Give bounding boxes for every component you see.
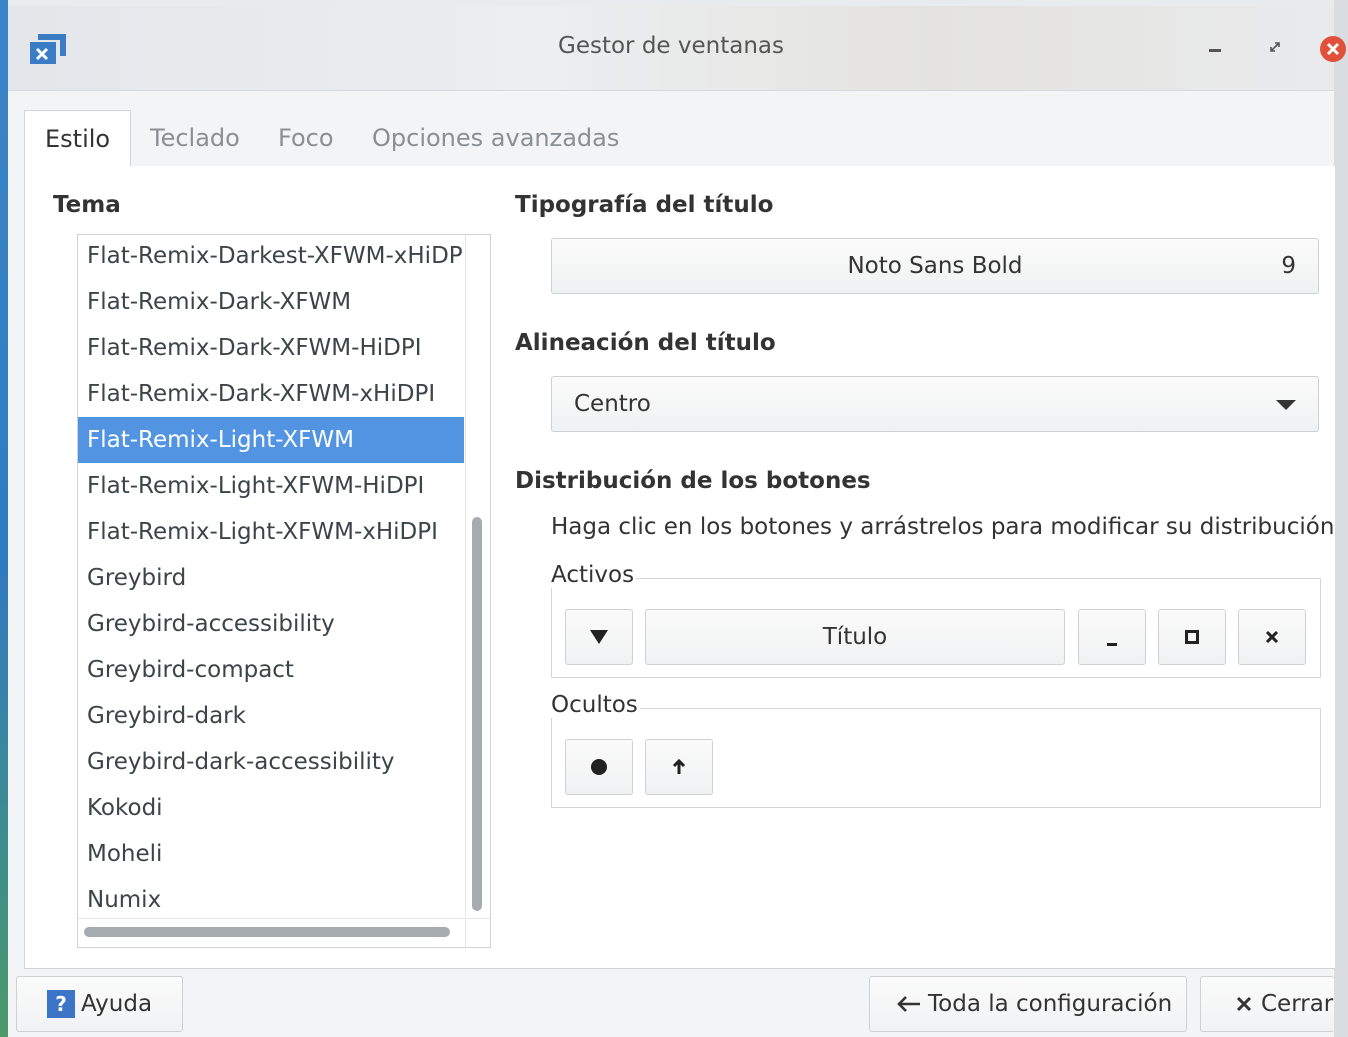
list-item[interactable]: Flat-Remix-Dark-XFWM-xHiDPI [78, 371, 464, 417]
chevron-down-icon [1276, 400, 1296, 410]
title-button-item[interactable]: Título [645, 609, 1065, 665]
title-alignment-combobox[interactable]: Centro [551, 376, 1319, 432]
window-manager-dialog: Gestor de ventanas Estilo Teclado Foco O… [8, 6, 1346, 1037]
close-icon [1326, 42, 1340, 56]
title-font-label: Tipografía del título [515, 192, 774, 218]
list-item[interactable]: Moheli [78, 831, 464, 877]
close-dialog-button[interactable]: Cerrar [1200, 976, 1334, 1032]
list-item[interactable]: Flat-Remix-Darkest-XFWM-xHiDPI [78, 235, 464, 279]
desktop-edge-left [0, 0, 8, 1037]
help-label: Ayuda [81, 991, 153, 1017]
close-button-item[interactable] [1238, 609, 1306, 665]
help-button[interactable]: ? Ayuda [16, 976, 183, 1032]
minimize-icon [1107, 642, 1117, 646]
minimize-icon [1209, 48, 1221, 52]
all-settings-button[interactable]: Toda la configuración [869, 976, 1187, 1032]
tab-opciones-avanzadas[interactable]: Opciones avanzadas [352, 110, 639, 166]
menu-button-item[interactable] [565, 609, 633, 665]
vertical-scrollbar-thumb[interactable] [472, 517, 482, 911]
list-item[interactable]: Greybird-compact [78, 647, 464, 693]
close-icon [1236, 996, 1252, 1012]
active-buttons-label: Activos [551, 562, 637, 588]
tab-estilo[interactable]: Estilo [24, 110, 132, 168]
desktop-edge-right [1334, 0, 1348, 1037]
hidden-buttons-label: Ocultos [551, 692, 640, 718]
list-item[interactable]: Flat-Remix-Light-XFWM-HiDPI [78, 463, 464, 509]
list-item[interactable]: Greybird-dark-accessibility [78, 739, 464, 785]
maximize-button[interactable] [1258, 30, 1292, 64]
buttons-layout-hint: Haga clic en los botones y arrástrelos p… [551, 514, 1335, 540]
title-alignment-value: Centro [574, 391, 651, 417]
theme-list[interactable]: Flat-Remix-Darkest-XFWM-xHiDPI Flat-Remi… [77, 234, 491, 948]
list-item[interactable]: Greybird-dark [78, 693, 464, 739]
close-window-button[interactable] [1320, 36, 1346, 62]
triangle-down-icon [590, 630, 608, 644]
tab-foco[interactable]: Foco [258, 110, 354, 166]
theme-list-items: Flat-Remix-Darkest-XFWM-xHiDPI Flat-Remi… [78, 235, 464, 923]
title-font-button[interactable]: Noto Sans Bold 9 [551, 238, 1319, 294]
minimize-button-item[interactable] [1078, 609, 1146, 665]
arrow-up-icon [672, 758, 686, 774]
horizontal-scrollbar-thumb[interactable] [84, 927, 450, 937]
scroll-corner [465, 918, 490, 947]
window-title: Gestor de ventanas [558, 33, 784, 59]
arrow-left-icon [897, 996, 920, 1012]
maximize-icon [1270, 42, 1280, 52]
list-item[interactable]: Numix [78, 877, 464, 923]
list-item[interactable]: Flat-Remix-Dark-XFWM [78, 279, 464, 325]
close-label: Cerrar [1261, 991, 1334, 1017]
list-item[interactable]: Greybird-accessibility [78, 601, 464, 647]
circle-icon [591, 759, 607, 775]
title-font-size: 9 [1281, 253, 1296, 279]
title-bar[interactable]: Gestor de ventanas [8, 6, 1346, 91]
minimize-button[interactable] [1198, 30, 1232, 64]
list-item[interactable]: Greybird [78, 555, 464, 601]
help-icon: ? [47, 990, 75, 1018]
horizontal-scrollbar[interactable] [78, 918, 466, 947]
style-panel: Tema Flat-Remix-Darkest-XFWM-xHiDPI Flat… [24, 166, 1335, 969]
title-font-name: Noto Sans Bold [847, 253, 1023, 279]
title-alignment-label: Alineación del título [515, 330, 776, 356]
tab-teclado[interactable]: Teclado [130, 110, 260, 166]
shade-button-item[interactable] [645, 739, 713, 795]
list-item[interactable]: Kokodi [78, 785, 464, 831]
stick-button-item[interactable] [565, 739, 633, 795]
all-settings-label: Toda la configuración [928, 991, 1173, 1017]
maximize-button-item[interactable] [1158, 609, 1226, 665]
list-item[interactable]: Flat-Remix-Dark-XFWM-HiDPI [78, 325, 464, 371]
hidden-buttons-frame [551, 708, 1321, 808]
theme-label: Tema [53, 192, 121, 218]
close-icon [1265, 630, 1279, 644]
tab-bar: Estilo Teclado Foco Opciones avanzadas [24, 110, 1334, 168]
vertical-scrollbar[interactable] [465, 235, 490, 917]
maximize-icon [1185, 630, 1199, 644]
buttons-layout-label: Distribución de los botones [515, 468, 871, 494]
active-buttons-frame: Título [551, 578, 1321, 678]
list-item-selected[interactable]: Flat-Remix-Light-XFWM [78, 417, 464, 463]
list-item[interactable]: Flat-Remix-Light-XFWM-xHiDPI [78, 509, 464, 555]
